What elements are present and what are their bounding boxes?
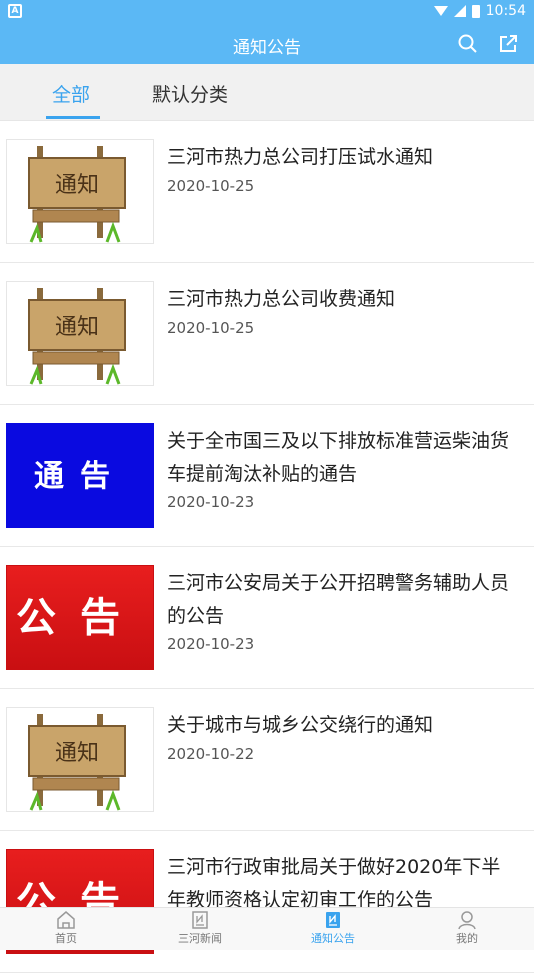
svg-text:通知: 通知 [55, 315, 99, 340]
notice-thumbnail: 通告 [6, 423, 154, 528]
notice-sign-image: 通知 [6, 707, 154, 812]
search-icon[interactable] [458, 34, 478, 54]
list-item[interactable]: 通知 三河市热力总公司收费通知 2020-10-25 [0, 263, 534, 405]
tab-indicator [46, 116, 100, 119]
notice-date: 2020-10-23 [167, 635, 255, 653]
nav-notices[interactable]: 通知公告 [293, 910, 373, 946]
notice-thumbnail: 公告 [6, 565, 154, 670]
wifi-icon [433, 6, 448, 16]
notice-date: 2020-10-23 [167, 493, 255, 511]
profile-icon [458, 911, 476, 930]
notice-title: 三河市热力总公司收费通知 [167, 288, 396, 310]
tab-default-category[interactable]: 默认分类 [152, 80, 228, 107]
nav-label: 我的 [456, 932, 478, 945]
notification-icon: A [8, 4, 22, 18]
nav-label: 通知公告 [311, 932, 355, 945]
notice-title: 三河市热力总公司打压试水通知 [167, 146, 434, 168]
category-tabs: 全部 默认分类 [0, 64, 534, 121]
notice-title: 三河市公安局关于公开招聘警务辅助人员的公告 [167, 572, 510, 627]
news-icon [192, 911, 208, 929]
svg-text:通知: 通知 [55, 741, 99, 766]
notice-date: 2020-10-22 [167, 745, 255, 763]
notice-list: 通知 三河市热力总公司打压试水通知 2020-10-25 通知 三河市热力总公司… [0, 121, 534, 973]
app-bar: 通知公告 [0, 24, 534, 64]
notice-title: 关于城市与城乡公交绕行的通知 [167, 714, 434, 736]
status-time: 10:54 [485, 3, 526, 19]
share-icon[interactable] [498, 34, 518, 54]
notice-title: 关于全市国三及以下排放标准营运柴油货车提前淘汰补贴的通告 [167, 430, 510, 485]
page-title: 通知公告 [233, 38, 301, 58]
nav-news[interactable]: 三河新闻 [160, 910, 240, 946]
home-icon [57, 911, 75, 929]
signal-icon [453, 5, 466, 17]
notice-icon [326, 912, 340, 928]
bottom-nav: 首页 三河新闻 通知公告 我的 [0, 907, 534, 950]
status-bar: A 10:54 [0, 0, 534, 24]
notice-date: 2020-10-25 [167, 319, 255, 337]
list-item[interactable]: 公告 三河市行政审批局关于做好2020年下半年教师资格认定初审工作的公告 [0, 831, 534, 973]
list-item[interactable]: 通知 三河市热力总公司打压试水通知 2020-10-25 [0, 121, 534, 263]
list-item[interactable]: 通告 关于全市国三及以下排放标准营运柴油货车提前淘汰补贴的通告 2020-10-… [0, 405, 534, 547]
list-item[interactable]: 通知 关于城市与城乡公交绕行的通知 2020-10-22 [0, 689, 534, 831]
notice-sign-image: 通知 [6, 139, 154, 244]
tab-all[interactable]: 全部 [52, 80, 90, 107]
nav-label: 三河新闻 [178, 932, 222, 945]
battery-icon [471, 4, 480, 18]
notice-date: 2020-10-25 [167, 177, 255, 195]
list-item[interactable]: 公告 三河市公安局关于公开招聘警务辅助人员的公告 2020-10-23 [0, 547, 534, 689]
nav-profile[interactable]: 我的 [427, 910, 507, 946]
svg-text:通知: 通知 [55, 173, 99, 198]
notice-sign-image: 通知 [6, 281, 154, 386]
nav-home[interactable]: 首页 [26, 910, 106, 946]
nav-label: 首页 [55, 932, 77, 945]
